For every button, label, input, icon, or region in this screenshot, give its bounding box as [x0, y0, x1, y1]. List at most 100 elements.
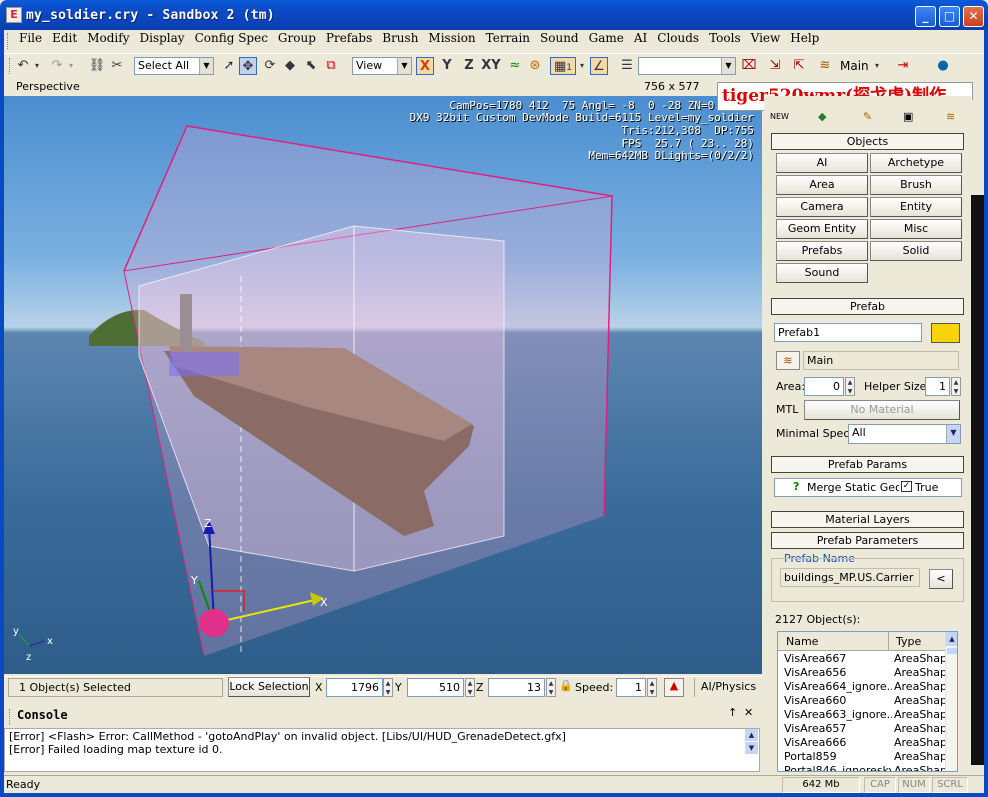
list-item[interactable]: VisArea667 AreaShap — [778, 652, 946, 666]
param-value[interactable]: True — [915, 481, 938, 494]
area-spinner[interactable]: ▲ ▼ — [845, 377, 855, 396]
axis-z-button[interactable]: Z — [460, 57, 478, 75]
material-button[interactable]: No Material — [804, 400, 960, 420]
column-name-header[interactable]: Name — [786, 635, 818, 648]
viewport-title[interactable]: Perspective — [16, 80, 80, 93]
axis-y-button[interactable]: Y — [438, 57, 456, 75]
select-region-icon[interactable]: ⧉ — [322, 57, 340, 75]
object-type-button[interactable]: Misc — [870, 219, 962, 239]
param-checkbox[interactable]: ✓ — [901, 481, 912, 492]
menu-item[interactable]: AI — [629, 31, 652, 45]
column-type-header[interactable]: Type — [896, 635, 921, 648]
object-type-button[interactable]: Geom Entity — [776, 219, 868, 239]
selection-filter-select[interactable]: Select All ▼ — [134, 57, 214, 75]
scale-icon[interactable]: ◆ — [281, 57, 299, 75]
layer-icon[interactable]: ≋ — [776, 351, 800, 370]
object-type-button[interactable]: Area — [776, 175, 868, 195]
maximize-button[interactable]: □ — [939, 6, 960, 27]
menu-item[interactable]: Clouds — [652, 31, 704, 45]
speed-spinner[interactable]: ▲ ▼ — [647, 678, 657, 697]
list-item[interactable]: Portal859 AreaShap — [778, 750, 946, 764]
console-grip[interactable] — [9, 709, 12, 725]
pin-icon[interactable]: ↑ — [728, 706, 737, 719]
object-type-button[interactable]: Brush — [870, 175, 962, 195]
console-scrollbar[interactable]: ▲ ▼ — [745, 729, 758, 755]
list-scrollbar[interactable]: ▲ — [945, 632, 957, 771]
y-coord-input[interactable]: 510 — [407, 678, 464, 697]
column-divider[interactable] — [888, 632, 889, 650]
console-output[interactable]: [Error] <Flash> Error: CallMethod - 'got… — [4, 728, 760, 772]
menu-item[interactable]: Config Spec — [190, 31, 273, 45]
list-item[interactable]: VisArea666 AreaShap — [778, 736, 946, 750]
layers-tab-icon[interactable]: ≋ — [946, 110, 955, 123]
menu-item[interactable]: Edit — [47, 31, 82, 45]
toolbar-grip[interactable] — [9, 58, 12, 74]
viewport-header[interactable]: Perspective 756 x 577 — [4, 78, 762, 96]
menu-item[interactable]: Group — [273, 31, 321, 45]
menu-item[interactable]: Mission — [423, 31, 480, 45]
list-item[interactable]: VisArea660 AreaShap — [778, 694, 946, 708]
helper-size-spinner[interactable]: ▲ ▼ — [951, 377, 961, 396]
grid-snap-button[interactable]: ▦1 — [550, 57, 576, 75]
layer-import-icon[interactable]: ⇱ — [790, 57, 808, 75]
select-arrow-icon[interactable]: ➚ — [220, 57, 238, 75]
terrain-follow-icon[interactable]: ▲ — [664, 678, 684, 697]
object-type-button[interactable]: AI — [776, 153, 868, 173]
reference-coord-select[interactable]: View ▼ — [352, 57, 412, 75]
notes-icon[interactable]: ☰ — [618, 57, 636, 75]
undo-dropdown-icon[interactable]: ▾ — [32, 57, 42, 75]
menu-grip[interactable] — [7, 33, 10, 49]
layer-dropdown-icon[interactable]: ▾ — [872, 57, 882, 75]
selection-set-select[interactable]: ▼ — [638, 57, 736, 75]
y-coord-spinner[interactable]: ▲ ▼ — [465, 678, 475, 697]
prefab-name-field[interactable]: Prefab1 — [774, 323, 922, 342]
layer-export-icon[interactable]: ⇲ — [766, 57, 784, 75]
undo-icon[interactable]: ↶ — [14, 57, 32, 75]
terrain-snap-icon[interactable]: ≈ — [506, 57, 524, 75]
goto-selection-icon[interactable]: ⇥ — [894, 57, 912, 75]
prefab-header[interactable]: Prefab — [771, 298, 964, 315]
rotate-icon[interactable]: ⟳ — [261, 57, 279, 75]
ai-physics-button[interactable]: AI/Physics — [694, 678, 762, 697]
list-item[interactable]: Portal846_ignoresky AreaShap — [778, 764, 946, 771]
speed-input[interactable]: 1 — [616, 678, 646, 697]
object-type-button[interactable]: Prefabs — [776, 241, 868, 261]
menu-item[interactable]: Tools — [704, 31, 746, 45]
object-type-button[interactable]: Archetype Entity — [870, 153, 962, 187]
object-type-button[interactable]: Sound — [776, 263, 868, 283]
redo-icon[interactable]: ↷ — [48, 57, 66, 75]
axis-x-button[interactable]: X — [416, 57, 434, 75]
helper-size-input[interactable]: 1 — [925, 377, 950, 396]
select-terrain-icon[interactable]: ⬉ — [302, 57, 320, 75]
x-coord-input[interactable]: 1796 — [326, 678, 383, 697]
prefab-pick-button[interactable]: < — [929, 569, 953, 589]
menu-item[interactable]: Terrain — [481, 31, 535, 45]
angle-snap-icon[interactable]: ∠ — [590, 57, 608, 75]
material-layers-header[interactable]: Material Layers — [771, 511, 964, 528]
menu-item[interactable]: Help — [785, 31, 824, 45]
menu-item[interactable]: Display — [134, 31, 189, 45]
panel-scrollbar[interactable] — [971, 100, 984, 772]
layer-field[interactable]: Main — [803, 351, 959, 370]
move-icon[interactable]: ✥ — [239, 57, 257, 75]
area-input[interactable]: 0 — [804, 377, 844, 396]
z-coord-spinner[interactable]: ▲ ▼ — [546, 678, 556, 697]
redo-dropdown-icon[interactable]: ▾ — [66, 57, 76, 75]
axis-xy-button[interactable]: XY — [480, 57, 502, 75]
minimal-spec-select[interactable]: All ▼ — [848, 424, 961, 444]
minimize-button[interactable]: _ — [915, 6, 936, 27]
globe-icon[interactable]: ● — [934, 57, 952, 75]
object-snap-icon[interactable]: ⊛ — [526, 57, 544, 75]
lock-icon[interactable]: 🔒 — [559, 679, 573, 692]
prefab-parameters-header[interactable]: Prefab Parameters — [771, 532, 964, 549]
menu-item[interactable]: Game — [584, 31, 629, 45]
delete-selection-icon[interactable]: ⌧ — [740, 57, 758, 75]
object-type-button[interactable]: Solid — [870, 241, 962, 261]
modify-tab-icon[interactable]: ✎ — [863, 110, 872, 123]
list-item[interactable]: VisArea664_ignore... AreaShap — [778, 680, 946, 694]
window-title-bar[interactable]: E my_soldier.cry - Sandbox 2 (tm) _ □ ✕ — [0, 0, 988, 30]
objects-header[interactable]: Objects — [771, 133, 964, 150]
unlink-icon[interactable]: ✂ — [108, 57, 126, 75]
prefab-path-field[interactable]: buildings_MP.US.Carrier — [780, 568, 920, 587]
close-window-button[interactable]: ✕ — [963, 6, 984, 27]
